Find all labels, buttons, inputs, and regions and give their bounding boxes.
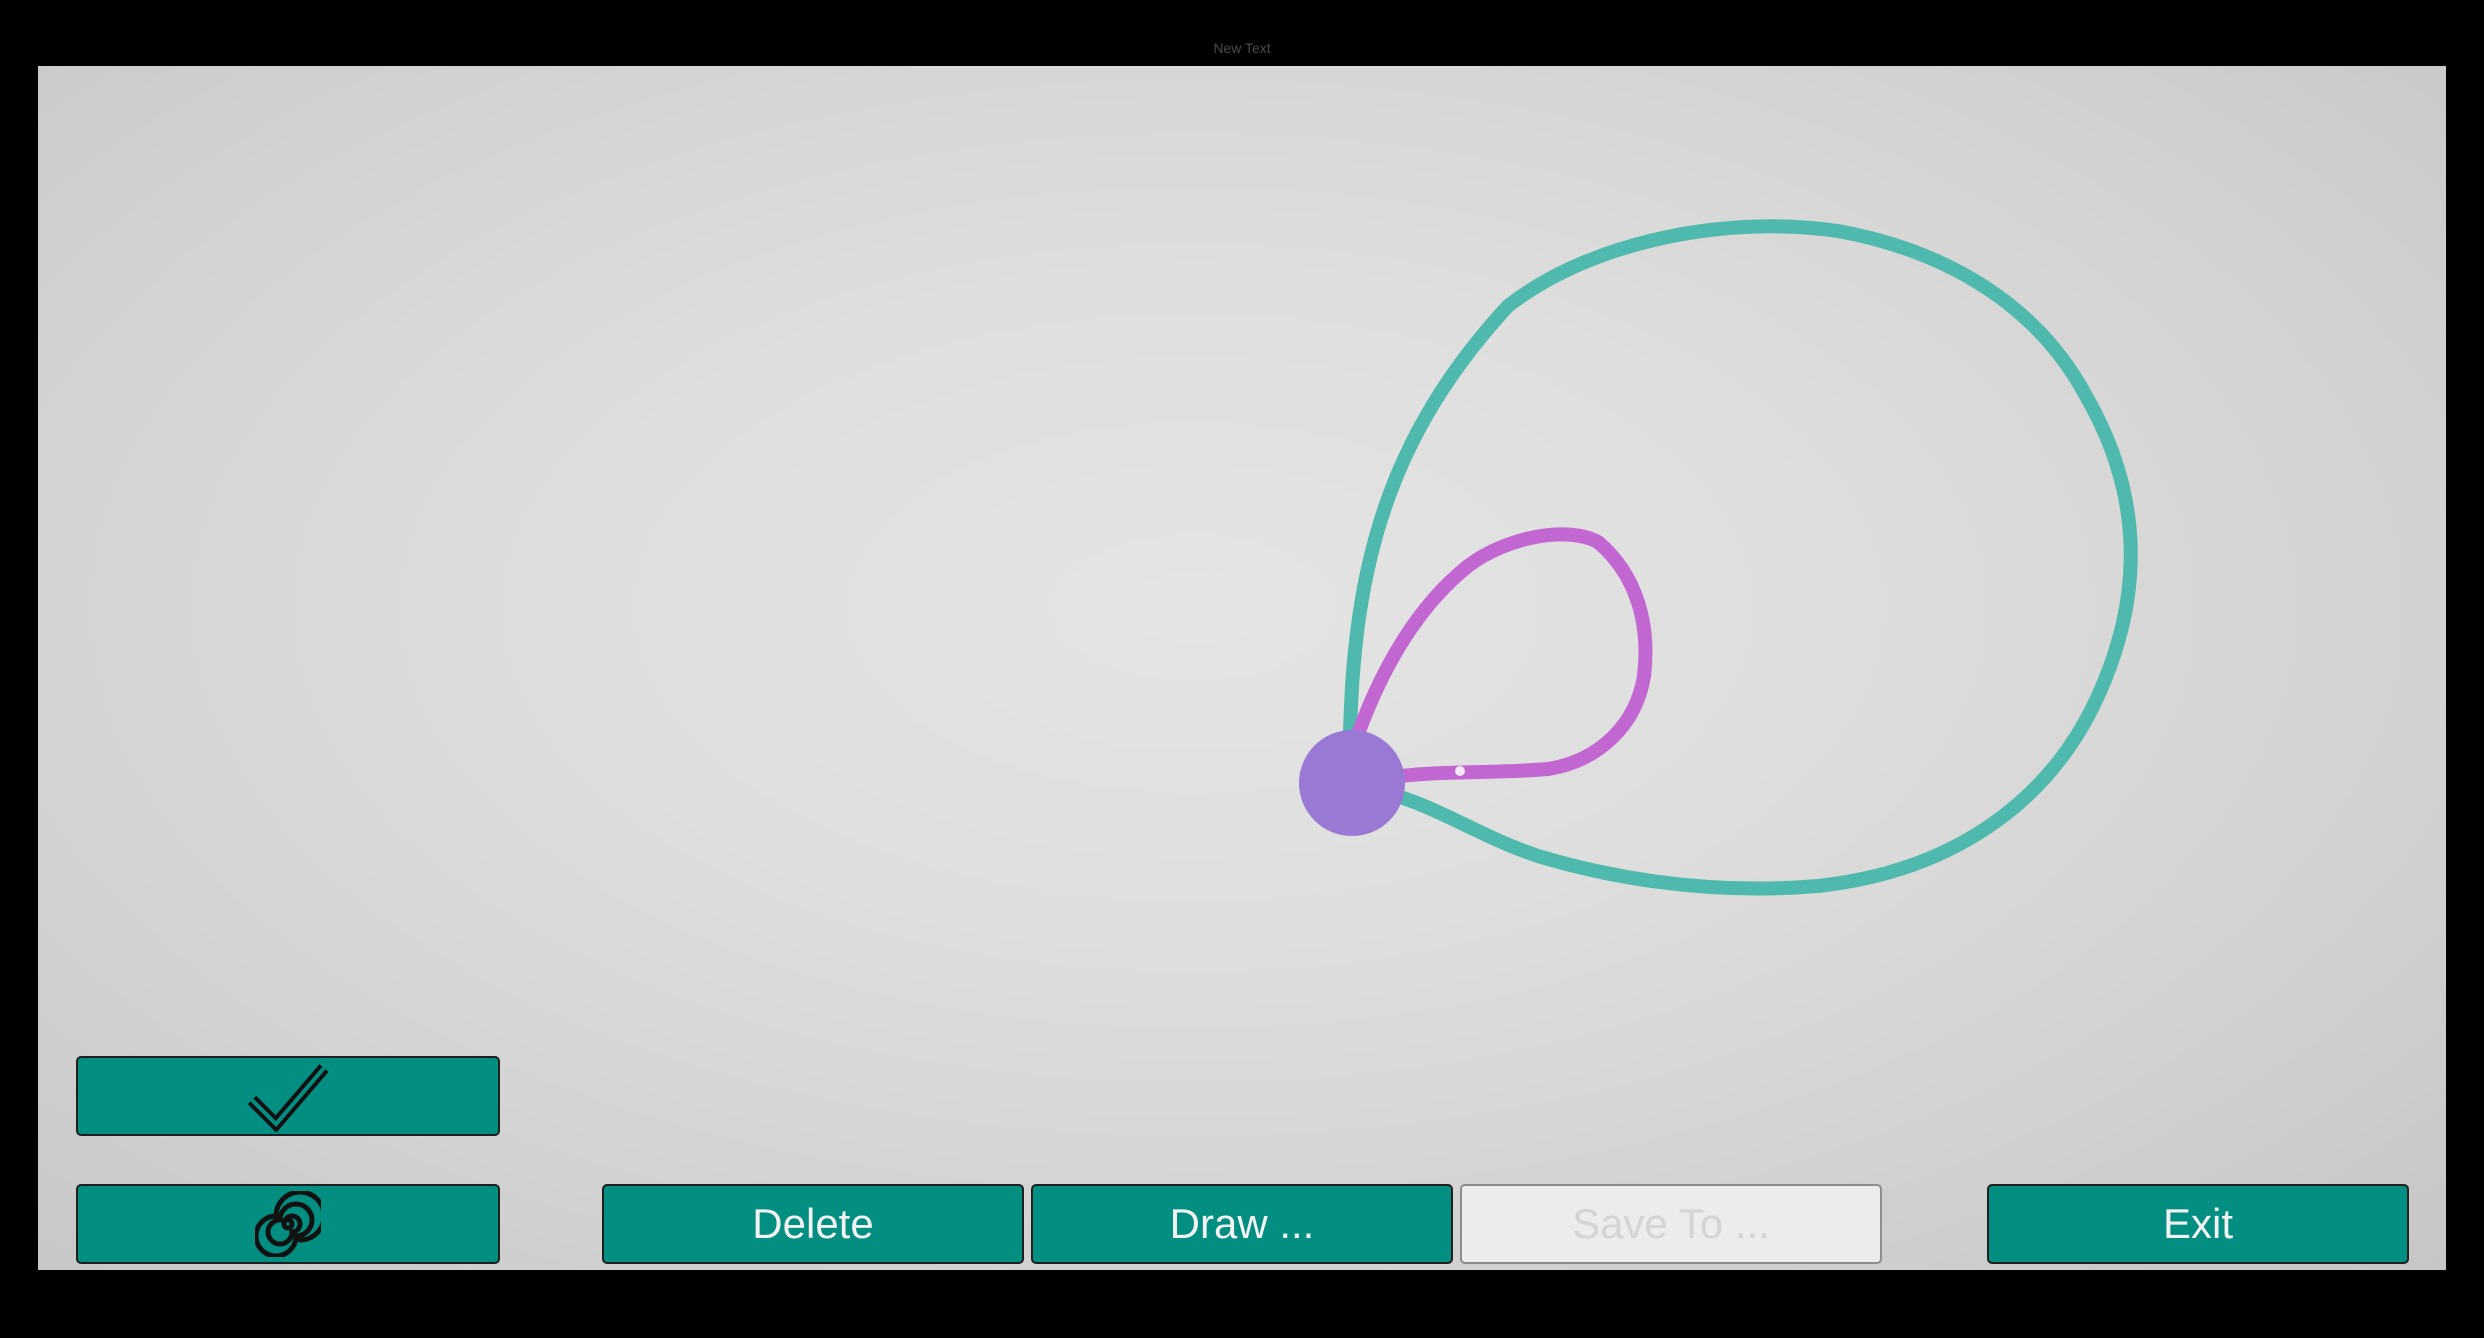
draw-button[interactable]: Draw ... [1031,1184,1453,1264]
node-circle[interactable] [1299,730,1405,836]
exit-button[interactable]: Exit [1987,1184,2409,1264]
app-screen: New Text Delete Draw ... Save To ... Exi… [0,0,2484,1338]
save-to-button[interactable]: Save To ... [1460,1184,1882,1264]
spiral-button[interactable] [76,1184,500,1264]
inner-curve[interactable] [1351,527,1653,785]
delete-button[interactable]: Delete [602,1184,1024,1264]
outer-curve[interactable] [1343,219,2138,896]
confirm-button[interactable] [76,1056,500,1136]
cursor-dot [1455,766,1465,776]
spiral-icon [255,1191,321,1257]
top-caption: New Text [1213,40,1271,56]
checkmark-icon [246,1060,330,1132]
